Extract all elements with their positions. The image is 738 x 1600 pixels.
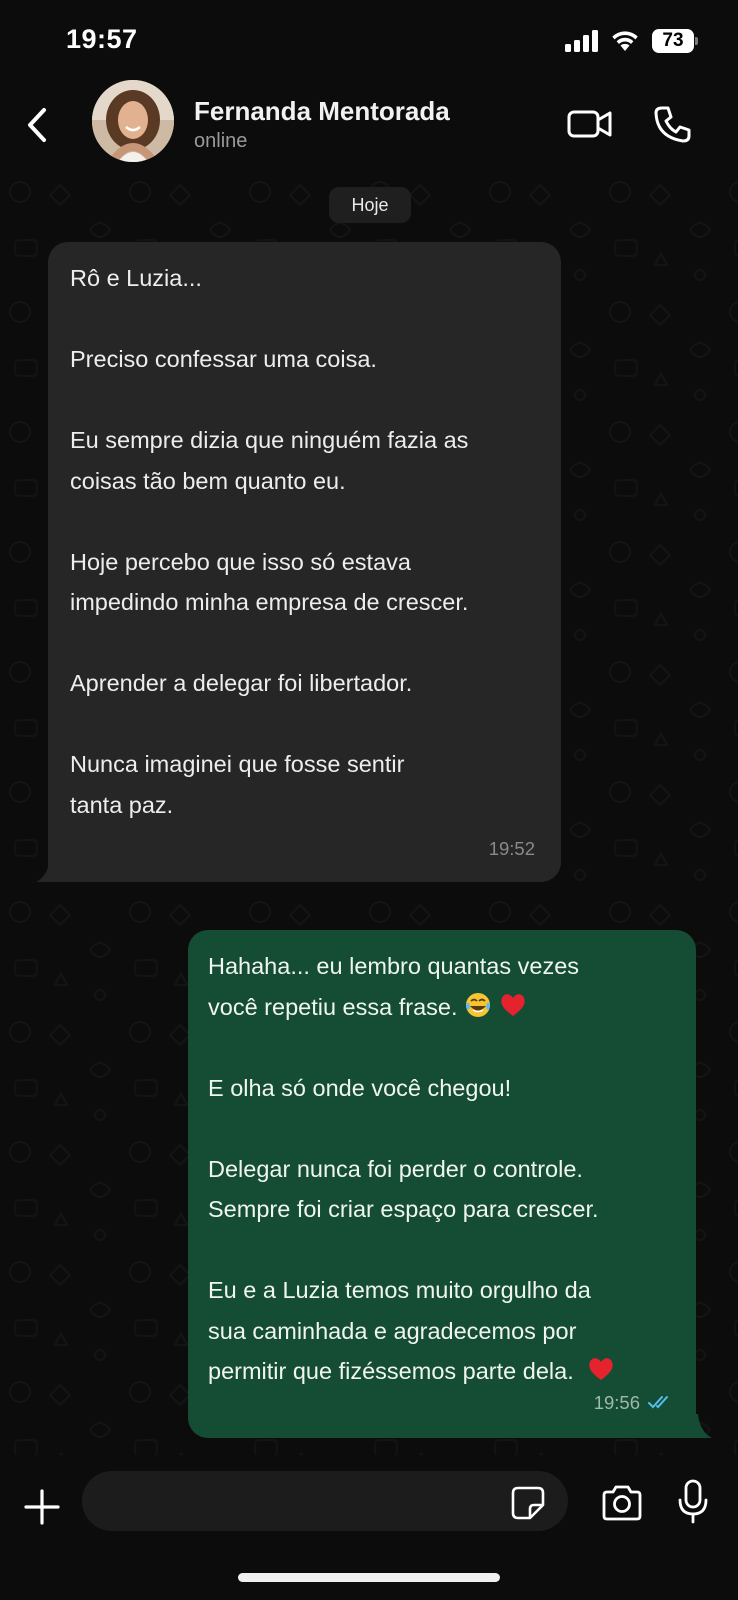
sticker-icon[interactable]: [510, 1485, 546, 1521]
message-timestamp: 19:56: [593, 1392, 640, 1413]
chat-screen: 19:57 73 Fernanda Mentorada online Hoje …: [0, 0, 738, 1600]
outgoing-text-rest: E olha só onde você chegou! Delegar nunc…: [208, 1074, 599, 1385]
red-heart-emoji-icon: [589, 1358, 613, 1380]
contact-name[interactable]: Fernanda Mentorada: [194, 96, 450, 127]
incoming-message-bubble[interactable]: Rô e Luzia... Preciso confessar uma cois…: [48, 242, 561, 882]
outgoing-text-line-1: Hahaha... eu lembro quantas vezes: [208, 953, 580, 979]
outgoing-text-line-2: você repetiu essa frase.: [208, 993, 458, 1020]
incoming-message-text: Rô e Luzia... Preciso confessar uma cois…: [70, 265, 469, 818]
battery-level: 73: [662, 30, 684, 51]
camera-icon[interactable]: [600, 1483, 644, 1523]
status-bar: 19:57 73: [0, 0, 738, 80]
double-check-read-icon: [648, 1396, 668, 1409]
contact-avatar[interactable]: [92, 80, 174, 162]
date-separator: Hoje: [329, 187, 411, 223]
wifi-icon: [612, 31, 638, 51]
contact-status: online: [194, 130, 248, 152]
status-time: 19:57: [66, 24, 138, 54]
back-chevron-icon[interactable]: [18, 102, 58, 148]
message-composer: [0, 1455, 738, 1600]
message-timestamp: 19:52: [488, 838, 535, 859]
home-indicator[interactable]: [238, 1573, 500, 1582]
red-heart-emoji-icon: [500, 993, 525, 1016]
outgoing-message-text: Hahaha... eu lembro quantas vezes você r…: [208, 946, 678, 1392]
cellular-signal-icon: [565, 30, 598, 52]
tears-of-joy-emoji-icon: [466, 992, 491, 1017]
video-camera-icon[interactable]: [566, 104, 614, 144]
microphone-icon[interactable]: [676, 1479, 710, 1525]
plus-attach-icon[interactable]: [20, 1485, 64, 1529]
message-input[interactable]: [82, 1471, 568, 1531]
outgoing-message-bubble[interactable]: Hahaha... eu lembro quantas vezes você r…: [188, 930, 696, 1438]
chat-header: Fernanda Mentorada online: [0, 80, 738, 172]
battery-icon: 73: [652, 29, 698, 53]
phone-icon[interactable]: [650, 102, 694, 146]
